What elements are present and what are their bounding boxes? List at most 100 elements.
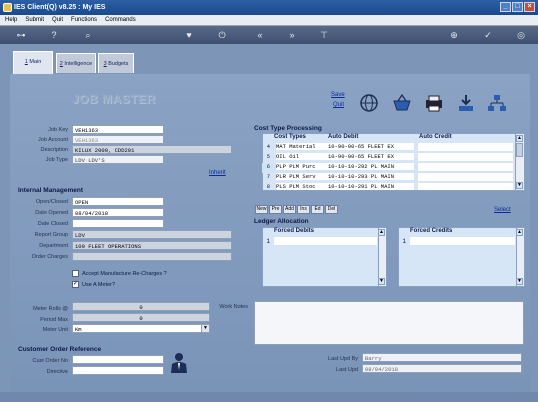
scroll-up-icon[interactable]: ▲ [378, 229, 385, 236]
cost-type-cell: OIL Oil [276, 153, 328, 160]
directive-field[interactable] [72, 366, 164, 375]
order-charges-field[interactable] [72, 252, 232, 261]
report-group-field[interactable]: LDV [72, 230, 232, 239]
row-number: 1 [402, 238, 406, 245]
plus-icon[interactable]: ⊕ [448, 29, 460, 41]
row-number: 6 [266, 163, 270, 170]
row-number: 5 [266, 153, 270, 160]
tab-main-num: 1 [24, 59, 28, 65]
check-icon[interactable]: ✓ [482, 29, 494, 41]
cust-order-no-field[interactable] [72, 355, 164, 364]
key-icon[interactable]: ⊶ [12, 29, 30, 41]
basket-icon[interactable] [391, 92, 413, 114]
scroll-up-icon[interactable]: ▲ [516, 135, 523, 142]
power-icon[interactable]: ⏻ [216, 29, 228, 41]
date-opened-field[interactable]: 08/04/2018 [72, 208, 164, 217]
hierarchy-icon[interactable] [486, 92, 508, 114]
tab-intelligence[interactable]: 2 Intelligence [56, 53, 96, 73]
accept-manufacture-checkbox[interactable] [72, 270, 79, 277]
toolbar: ⊶ ? ⌕ ♥ ⏻ « » ⊤ ⊕ ✓ ◎ [0, 26, 538, 44]
table-row[interactable]: 7 PLR PLM Serv 10-10-10-293 PL MAIN [262, 173, 514, 183]
globe-icon[interactable]: ◎ [515, 29, 527, 41]
maximize-button[interactable]: □ [512, 2, 523, 12]
meter-unit-select[interactable]: Km [72, 324, 210, 333]
period-max-field[interactable]: 0 [72, 313, 210, 322]
auto-debit-cell: 10-10-10-293 PL MAIN [328, 173, 414, 180]
download-icon[interactable] [455, 92, 477, 114]
tab-budgets[interactable]: 3 Budgets [98, 53, 134, 73]
tab-main[interactable]: 1 Main [13, 51, 53, 74]
add-button[interactable]: Add [283, 205, 296, 214]
heart-icon[interactable]: ♥ [183, 29, 195, 41]
rewind-icon[interactable]: « [254, 29, 266, 41]
save-link[interactable]: Save [331, 92, 345, 98]
forced-credit-cell[interactable] [410, 237, 515, 245]
table-row[interactable]: 5 OIL Oil 10-90-00-65 FLEET EX [262, 153, 514, 163]
scroll-down-icon[interactable]: ▼ [378, 278, 385, 285]
last-upd-by-field[interactable]: Barry [362, 353, 522, 362]
row-number: 7 [266, 173, 270, 180]
job-key-label: Job Key [48, 127, 68, 133]
inherit-link[interactable]: Inherit [209, 170, 226, 176]
tab-intelligence-num: 2 [59, 61, 63, 67]
forced-debit-cell[interactable] [274, 237, 377, 245]
menu-quit[interactable]: Quit [52, 17, 63, 25]
cust-order-no-label: Cust Order No [32, 358, 68, 364]
date-closed-field[interactable] [72, 219, 164, 228]
row-number: 1 [266, 238, 270, 245]
printer-icon[interactable] [423, 92, 445, 114]
new-button[interactable]: New [255, 205, 268, 214]
scroll-down-icon[interactable]: ▼ [516, 182, 523, 189]
search-icon[interactable]: ⌕ [82, 29, 94, 41]
menu-commands[interactable]: Commands [105, 17, 136, 25]
menu-submit[interactable]: Submit [25, 17, 44, 25]
chevron-down-icon[interactable]: ▼ [201, 325, 209, 332]
scroll-thumb[interactable] [516, 143, 523, 157]
menu-functions[interactable]: Functions [71, 17, 97, 25]
meter-unit-label: Meter Unit [42, 327, 68, 333]
edit-button[interactable]: Ed [311, 205, 324, 214]
delete-button[interactable]: Del [325, 205, 338, 214]
forward-icon[interactable]: » [286, 29, 298, 41]
close-button[interactable]: × [524, 2, 535, 12]
table-row[interactable]: 6 PLP PLM Purc 10-10-10-292 PL MAIN [262, 163, 514, 173]
cost-type-cell: PLP PLM Purc [276, 163, 328, 170]
globe-icon[interactable] [358, 92, 380, 114]
quit-link[interactable]: Quit [333, 102, 344, 108]
accept-manufacture-label: Accept Manufacture Re-Charges ? [82, 271, 167, 277]
menu-help[interactable]: Help [5, 17, 17, 25]
use-meter-checkbox[interactable]: ✓ [72, 281, 79, 288]
scroll-up-icon[interactable]: ▲ [516, 229, 523, 236]
job-type-field[interactable]: LDV LDV'S [72, 155, 164, 164]
date-opened-label: Date Opened [35, 210, 68, 216]
person-icon[interactable] [170, 352, 188, 374]
order-charges-label: Order Charges [31, 254, 68, 260]
minimize-button[interactable]: _ [500, 2, 511, 12]
menu-bar: Help Submit Quit Functions Commands [0, 15, 538, 26]
auto-debit-cell: 10-10-10-292 PL MAIN [328, 163, 414, 170]
job-key-field[interactable]: VEH1363 [72, 125, 164, 134]
cost-type-cell: PLS PLM Stoc [276, 183, 328, 190]
department-label: Department [39, 243, 68, 249]
window-title: IES Client(Q) v8.25 : My IES [14, 4, 106, 11]
auto-debit-cell: 10-90-00-65 FLEET EX [328, 143, 414, 150]
last-upd-field[interactable]: 08/04/2018 [362, 364, 522, 373]
date-closed-label: Date Closed [37, 221, 68, 227]
work-notes-textarea[interactable] [254, 301, 524, 345]
job-account-field[interactable]: VEH1363 [72, 135, 164, 144]
prev-button[interactable]: Pre [269, 205, 282, 214]
description-label: Description [40, 147, 68, 153]
meter-unit-value: Km [75, 326, 82, 333]
help-icon[interactable]: ? [48, 29, 60, 41]
insert-button[interactable]: Ins [297, 205, 310, 214]
last-upd-label: Last Upd [335, 367, 358, 373]
open-closed-field[interactable]: OPEN [72, 197, 164, 206]
scroll-down-icon[interactable]: ▼ [516, 278, 523, 285]
table-row[interactable]: 4 MAT Material 10-90-00-65 FLEET EX [262, 143, 514, 153]
department-field[interactable]: 109 FLEET OPERATIONS [72, 241, 232, 250]
description-field[interactable]: KILUX 2000, CDD201 [72, 145, 232, 154]
open-closed-label: Open/Closed [35, 199, 68, 205]
select-link[interactable]: Select [494, 207, 511, 213]
bookmark-icon[interactable]: ⊤ [318, 29, 330, 41]
table-row[interactable]: 8 PLS PLM Stoc 10-10-10-291 PL MAIN [262, 183, 514, 193]
